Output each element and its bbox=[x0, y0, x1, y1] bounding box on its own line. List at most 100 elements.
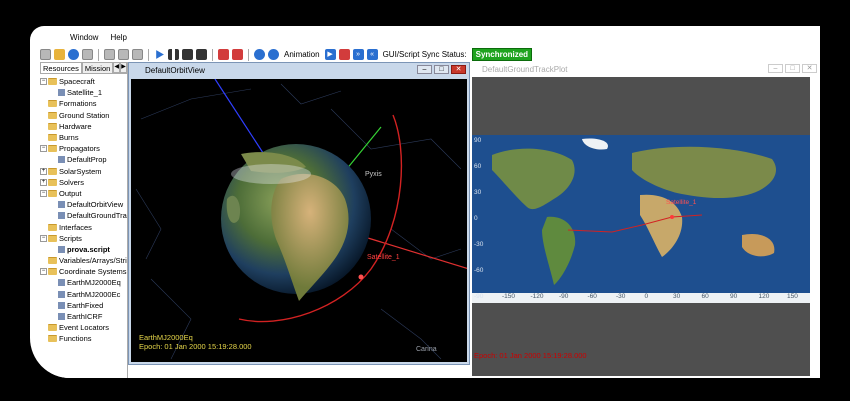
tree-node-label: DefaultOrbitView bbox=[67, 200, 124, 210]
webcam-icon[interactable] bbox=[218, 49, 229, 60]
collapse-icon[interactable]: − bbox=[40, 189, 47, 197]
latitude-tick: 0 bbox=[474, 215, 478, 222]
tree-node-label: Interfaces bbox=[59, 222, 92, 232]
tree-node[interactable]: − Scripts bbox=[40, 233, 127, 244]
stop-icon[interactable] bbox=[182, 49, 193, 60]
window-icon[interactable] bbox=[232, 49, 243, 60]
menu-help[interactable]: Help bbox=[110, 32, 126, 46]
collapse-icon[interactable]: − bbox=[40, 78, 47, 86]
wrench-icon[interactable] bbox=[118, 49, 129, 60]
collapse-icon[interactable]: − bbox=[40, 268, 47, 276]
tree-node-label: Functions bbox=[59, 334, 92, 344]
tree-node[interactable]: Hardware bbox=[40, 121, 127, 132]
longitude-tick: 60 bbox=[701, 293, 709, 300]
epoch-caption: Epoch: 01 Jan 2000 15:19:28.000 bbox=[139, 342, 252, 351]
carina-label: Carina bbox=[416, 346, 437, 353]
tab-scroll-right-icon[interactable]: ▶ bbox=[120, 62, 127, 73]
tree-node[interactable]: EarthMJ2000Ec bbox=[40, 289, 127, 300]
tree-node-label: EarthFixed bbox=[67, 300, 104, 310]
pause-icon[interactable] bbox=[168, 49, 179, 60]
help-icon[interactable] bbox=[268, 49, 279, 60]
tree-node-label: Event Locators bbox=[59, 323, 110, 333]
satellite-marker[interactable] bbox=[358, 274, 364, 280]
ground-track-canvas[interactable]: 90 60 30 0 -30 -60 -90 -150 -120 -90 -60 -30 0 30 60 9… bbox=[472, 77, 810, 376]
expand-icon[interactable]: + bbox=[40, 167, 47, 175]
latitude-tick: 90 bbox=[474, 137, 482, 144]
longitude-tick: -90 bbox=[559, 293, 569, 300]
tree-node[interactable]: DefaultGroundTra bbox=[40, 210, 127, 221]
animation-slower-icon[interactable]: « bbox=[366, 49, 378, 60]
resource-icon bbox=[58, 290, 65, 298]
minimize-icon[interactable]: – bbox=[417, 65, 432, 74]
toolbar-separator bbox=[148, 48, 149, 61]
tree-node[interactable]: DefaultProp bbox=[40, 154, 127, 165]
tab-scroll-left-icon[interactable]: ◀ bbox=[113, 62, 121, 73]
tree-node[interactable]: EarthICRF bbox=[40, 311, 127, 322]
resource-icon bbox=[58, 313, 65, 321]
tree-node[interactable]: − Output bbox=[40, 188, 127, 199]
run-icon[interactable] bbox=[156, 50, 164, 59]
folder-icon bbox=[48, 100, 57, 108]
maximize-icon[interactable]: □ bbox=[785, 64, 800, 73]
animation-stop-icon[interactable] bbox=[338, 49, 350, 60]
tree-node-label: DefaultProp bbox=[67, 155, 107, 165]
tree-node[interactable]: + SolarSystem bbox=[40, 166, 127, 177]
tree-node-label: Propagators bbox=[59, 144, 100, 154]
close-all-icon[interactable] bbox=[196, 49, 207, 60]
screenshot-icon[interactable] bbox=[132, 49, 143, 60]
folder-icon bbox=[48, 178, 57, 186]
toolbar-separator bbox=[98, 48, 99, 61]
expand-icon[interactable]: + bbox=[40, 178, 47, 186]
tree-node-label: EarthMJ2000Eq bbox=[67, 278, 121, 288]
orbit-view-titlebar[interactable]: DefaultOrbitView – □ ✕ bbox=[129, 63, 469, 77]
folder-icon bbox=[48, 335, 57, 343]
tab-mission[interactable]: Mission bbox=[81, 62, 114, 73]
folder-icon bbox=[48, 223, 57, 231]
tree-node[interactable]: EarthMJ2000Eq bbox=[40, 277, 127, 288]
tree-node[interactable]: EarthFixed bbox=[40, 300, 127, 311]
settings-icon[interactable] bbox=[82, 49, 93, 60]
tab-resources[interactable]: Resources bbox=[40, 62, 82, 73]
tree-node[interactable]: Interfaces bbox=[40, 221, 127, 232]
app-window: Window Help Animation ▶ » « GUI/Script S… bbox=[30, 26, 820, 378]
tree-node[interactable]: Satellite_1 bbox=[40, 87, 127, 98]
animation-play-icon[interactable]: ▶ bbox=[324, 49, 336, 60]
close-icon[interactable]: ✕ bbox=[451, 65, 466, 74]
tree-node[interactable]: Functions bbox=[40, 333, 127, 344]
folder-icon bbox=[48, 257, 57, 265]
collapse-icon[interactable]: − bbox=[40, 145, 47, 153]
open-folder-icon[interactable] bbox=[54, 49, 65, 60]
tree-node[interactable]: Event Locators bbox=[40, 322, 127, 333]
tree-node[interactable]: Burns bbox=[40, 132, 127, 143]
minimize-icon[interactable]: – bbox=[768, 64, 783, 73]
tree-node[interactable]: Ground Station bbox=[40, 110, 127, 121]
tree-node[interactable]: Variables/Arrays/Stri bbox=[40, 255, 127, 266]
menu-window[interactable]: Window bbox=[70, 32, 98, 46]
tree-node[interactable]: − Spacecraft bbox=[40, 76, 127, 87]
toolbar-separator bbox=[212, 48, 213, 61]
new-icon[interactable] bbox=[40, 49, 51, 60]
close-icon[interactable]: ✕ bbox=[802, 64, 817, 73]
orbit-view-window: DefaultOrbitView – □ ✕ Pyxis Satellite_1… bbox=[128, 62, 470, 365]
animation-faster-icon[interactable]: » bbox=[352, 49, 364, 60]
folder-icon bbox=[48, 324, 57, 332]
info-icon[interactable] bbox=[254, 49, 265, 60]
tree-node[interactable]: Formations bbox=[40, 98, 127, 109]
ground-track-satellite-marker[interactable] bbox=[670, 215, 674, 219]
latitude-tick: -90 bbox=[474, 293, 484, 300]
tree-node[interactable]: − Coordinate Systems bbox=[40, 266, 127, 277]
pyxis-label: Pyxis bbox=[365, 171, 382, 178]
copy-icon[interactable] bbox=[104, 49, 115, 60]
tree-node[interactable]: + Solvers bbox=[40, 177, 127, 188]
save-icon[interactable] bbox=[68, 49, 79, 60]
maximize-icon[interactable]: □ bbox=[434, 65, 449, 74]
orbit-view-canvas[interactable]: Pyxis Satellite_1 Carina EarthMJ2000Eq E… bbox=[131, 79, 467, 362]
tree-node[interactable]: prova.script bbox=[40, 244, 127, 255]
tree-node-label: Output bbox=[59, 188, 82, 198]
ground-track-satellite-label: Satellite_1 bbox=[666, 199, 697, 206]
ground-track-titlebar[interactable]: DefaultGroundTrackPlot – □ ✕ bbox=[470, 62, 820, 76]
tree-node[interactable]: − Propagators bbox=[40, 143, 127, 154]
collapse-icon[interactable]: − bbox=[40, 234, 47, 242]
longitude-tick: -150 bbox=[502, 293, 516, 300]
tree-node[interactable]: DefaultOrbitView bbox=[40, 199, 127, 210]
